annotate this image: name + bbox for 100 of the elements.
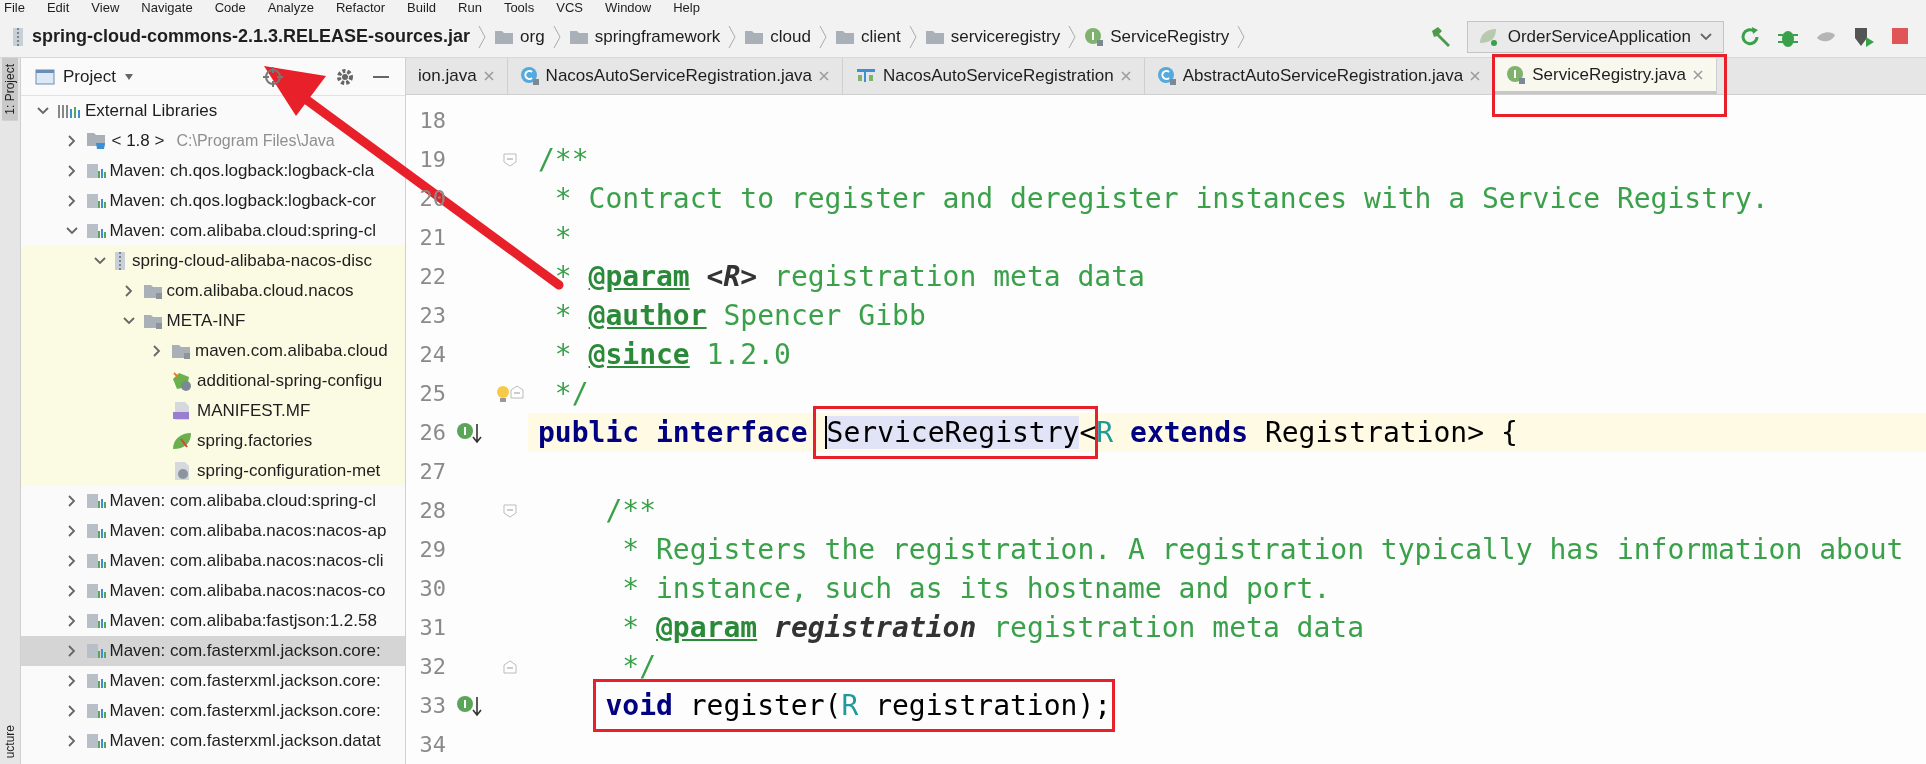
line-number: 34 <box>418 732 446 757</box>
chevron-right-icon[interactable] <box>66 164 77 178</box>
breadcrumb-item[interactable]: org <box>488 26 551 47</box>
breadcrumb-separator-icon <box>908 24 917 49</box>
tree-item[interactable]: Maven: com.fasterxml.jackson.datat <box>21 726 405 756</box>
breadcrumb-item[interactable]: springframework <box>562 26 727 47</box>
tree-item[interactable]: Maven: ch.qos.logback:logback-cla <box>21 156 405 186</box>
chevron-down-icon[interactable] <box>121 316 136 326</box>
chevron-right-icon[interactable] <box>66 554 77 568</box>
bulb-icon[interactable] <box>496 384 510 403</box>
line-number: 33 <box>418 693 446 718</box>
chevron-right-icon[interactable] <box>66 704 77 718</box>
line-number: 31 <box>418 615 446 640</box>
library-icon <box>85 582 106 600</box>
chevron-down-icon[interactable] <box>36 106 50 116</box>
menu-item[interactable]: Window <box>604 0 652 16</box>
breadcrumb-item[interactable]: ServiceRegistry <box>1078 26 1236 47</box>
tree-item[interactable]: META-INF <box>21 306 405 336</box>
breadcrumb-item[interactable]: client <box>829 26 907 47</box>
tool-window-label[interactable]: ucture <box>2 718 18 764</box>
chevron-down-icon[interactable] <box>1699 31 1713 42</box>
code-line: */ <box>553 376 590 412</box>
chevron-down-icon[interactable] <box>93 256 107 266</box>
menu-item[interactable]: View <box>91 0 120 16</box>
tree-item[interactable]: Maven: ch.qos.logback:logback-cor <box>21 186 405 216</box>
tree-item[interactable]: maven.com.alibaba.cloud <box>21 336 405 366</box>
tree-item[interactable]: Maven: com.alibaba.nacos:nacos-ap <box>21 516 405 546</box>
menu-item[interactable]: Navigate <box>141 0 193 16</box>
archive-icon <box>114 251 128 271</box>
folder-icon <box>142 312 163 330</box>
menu-item[interactable]: Code <box>214 0 246 16</box>
library-icon <box>85 672 106 690</box>
tree-item[interactable]: Maven: com.fasterxml.jackson.core: <box>21 666 405 696</box>
code-line: * @author Spencer Gibb <box>553 298 927 334</box>
menu-item[interactable]: VCS <box>556 0 583 16</box>
tree-item[interactable]: < 1.8 > C:\Program Files\Java <box>21 126 405 156</box>
code-line: * Registers the registration. A registration typically has information about <box>621 532 1905 568</box>
tree-item[interactable]: External Libraries <box>21 96 405 126</box>
tool-window-label[interactable]: 1: Project <box>2 58 18 121</box>
menu-item[interactable]: Run <box>458 0 482 16</box>
chevron-right-icon[interactable] <box>66 614 77 628</box>
gear-icon[interactable] <box>335 66 355 87</box>
menu-item[interactable]: Edit <box>46 0 70 16</box>
code-line: * @param <R> registration meta data <box>553 259 1146 295</box>
class-icon <box>519 66 540 86</box>
tree-item[interactable]: spring-cloud-alibaba-nacos-disc <box>21 246 405 276</box>
tree-item[interactable]: Maven: com.alibaba.nacos:nacos-cli <box>21 546 405 576</box>
editor-tab[interactable]: ServiceRegistry.java <box>1494 58 1717 94</box>
tree-item[interactable]: additional-spring-configu <box>21 366 405 396</box>
chevron-right-icon[interactable] <box>66 194 77 208</box>
chevron-right-icon[interactable] <box>66 674 77 688</box>
run-config-dropdown[interactable]: OrderServiceApplication <box>1466 20 1724 53</box>
structure-icon <box>855 67 878 85</box>
implemented-icon[interactable] <box>456 420 482 445</box>
menu-item[interactable]: Tools <box>503 0 535 16</box>
library-icon <box>85 192 106 210</box>
line-number: 19 <box>418 147 446 172</box>
archive-icon <box>12 26 26 47</box>
tree-item[interactable]: Maven: com.alibaba.cloud:spring-cl <box>21 486 405 516</box>
line-number: 24 <box>418 342 446 367</box>
class-icon <box>1156 66 1177 86</box>
library-icon <box>85 162 106 180</box>
breadcrumb-item[interactable]: cloud <box>738 26 817 47</box>
code-line: * @param registration registration meta data <box>621 610 1366 646</box>
chevron-right-icon[interactable] <box>66 734 77 748</box>
breadcrumb-item[interactable]: spring-cloud-commons-2.1.3.RELEASE-sources.jar <box>6 26 477 47</box>
tree-item[interactable]: spring-configuration-met <box>21 456 405 486</box>
folder-icon <box>85 131 108 151</box>
chevron-right-icon[interactable] <box>152 344 162 358</box>
breadcrumb-separator-icon <box>728 24 737 49</box>
menu-item[interactable]: Analyze <box>267 0 314 16</box>
tree-item[interactable]: Maven: com.alibaba.nacos:nacos-co <box>21 576 405 606</box>
project-view-dropdown[interactable]: Project <box>29 65 140 88</box>
tree-item[interactable]: com.alibaba.cloud.nacos <box>21 276 405 306</box>
code-line: * @since 1.2.0 <box>553 337 792 373</box>
chevron-right-icon[interactable] <box>66 134 77 148</box>
chevron-down-icon[interactable] <box>64 226 79 236</box>
tree-item[interactable]: Maven: com.fasterxml.jackson.core: <box>21 696 405 726</box>
library-icon <box>85 492 106 510</box>
tree-item[interactable]: spring.factories <box>21 426 405 456</box>
code-line: * <box>553 220 573 256</box>
menu-item[interactable]: File <box>4 0 25 16</box>
tree-item[interactable]: Maven: com.alibaba.cloud:spring-cl <box>21 216 405 246</box>
menu-item[interactable]: Build <box>407 0 436 16</box>
tree-item[interactable]: MANIFEST.MF <box>21 396 405 426</box>
chevron-right-icon[interactable] <box>66 584 77 598</box>
chevron-right-icon[interactable] <box>66 524 77 538</box>
chevron-right-icon[interactable] <box>66 494 77 508</box>
menu-item[interactable]: Help <box>673 0 700 16</box>
library-icon <box>85 642 106 660</box>
chevron-right-icon[interactable] <box>66 644 77 658</box>
menu-item[interactable]: Refactor <box>335 0 386 16</box>
tree-item[interactable]: Maven: com.alibaba:fastjson:1.2.58 <box>21 606 405 636</box>
window-icon <box>35 67 55 86</box>
breadcrumb-item[interactable]: serviceregistry <box>918 26 1067 47</box>
chevron-right-icon[interactable] <box>123 284 134 298</box>
implemented-icon[interactable] <box>456 693 482 718</box>
tree-item[interactable]: Maven: com.fasterxml.jackson.core: <box>21 636 405 666</box>
crosshair-icon[interactable] <box>263 66 283 87</box>
close-icon[interactable] <box>1691 68 1704 81</box>
